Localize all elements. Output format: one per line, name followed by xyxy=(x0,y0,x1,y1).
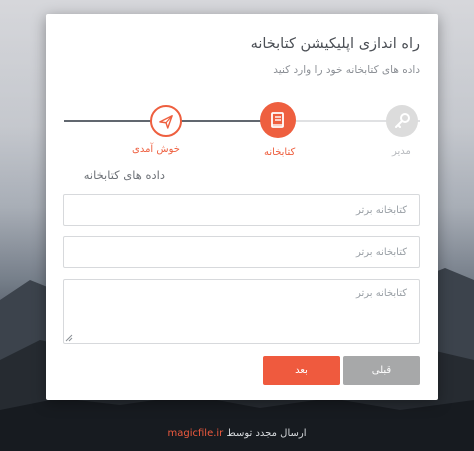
library-name-field-1[interactable] xyxy=(63,194,420,226)
footer-prefix: ارسال مجدد توسط xyxy=(226,428,307,439)
previous-button[interactable]: قبلی xyxy=(343,356,420,385)
step-library[interactable] xyxy=(260,102,296,138)
footer-credit: ارسال مجدد توسط magicfile.ir xyxy=(0,428,474,439)
footer-brand-link[interactable]: magicfile.ir xyxy=(168,428,224,439)
dialog-subtitle: داده های کتابخانه خود را وارد کنید xyxy=(273,64,420,76)
library-description-textarea[interactable] xyxy=(63,279,420,344)
step-welcome[interactable] xyxy=(150,105,182,137)
key-icon xyxy=(395,113,410,128)
step-admin-label: مدیر xyxy=(392,146,411,157)
step-library-label: کتابخانه xyxy=(264,147,296,158)
library-name-field-2[interactable] xyxy=(63,236,420,268)
section-title: داده های کتابخانه xyxy=(83,168,165,182)
next-button[interactable]: بعد xyxy=(263,356,340,385)
book-icon xyxy=(271,112,284,128)
paper-plane-icon xyxy=(159,115,173,129)
step-welcome-label: خوش آمدی xyxy=(132,144,180,155)
setup-stepper: خوش آمدی کتابخانه مدیر xyxy=(46,96,438,166)
step-admin[interactable] xyxy=(386,105,418,137)
resize-handle-icon[interactable] xyxy=(65,334,73,342)
dialog-title: راه اندازی اپلیکیشن کتابخانه xyxy=(250,36,420,52)
setup-dialog: راه اندازی اپلیکیشن کتابخانه داده های کت… xyxy=(46,14,438,400)
